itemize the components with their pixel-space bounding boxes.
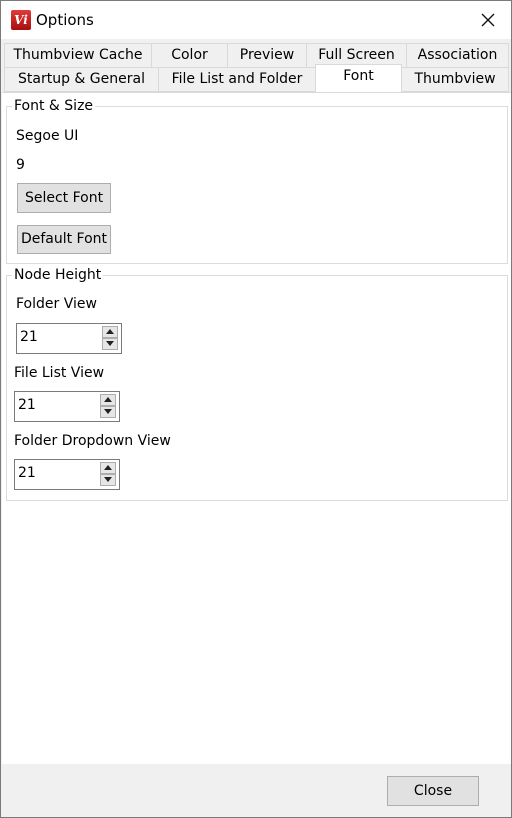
font-size-value: 9: [16, 157, 25, 173]
window-title: Options: [36, 11, 94, 29]
folder-view-increment-button[interactable]: [102, 326, 118, 338]
font-size-group: Font & Size Segoe UI 9 Select Font Defau…: [6, 98, 508, 264]
window-close-button[interactable]: [465, 1, 511, 39]
node-height-group-title: Node Height: [12, 267, 104, 283]
chevron-up-icon: [104, 465, 112, 470]
chevron-up-icon: [106, 329, 114, 334]
folder-view-value: 21: [20, 329, 38, 345]
options-window: Vi Options Thumbview Cache Color Preview…: [0, 0, 512, 818]
tab-thumbview-cache[interactable]: Thumbview Cache: [4, 43, 152, 68]
folder-dropdown-view-increment-button[interactable]: [100, 462, 116, 474]
close-button[interactable]: Close: [387, 776, 479, 806]
folder-view-decrement-button[interactable]: [102, 338, 118, 350]
app-icon: Vi: [11, 10, 31, 30]
node-height-group: Node Height Folder View 21 File List Vie…: [6, 267, 508, 501]
tab-thumbview[interactable]: Thumbview: [401, 67, 509, 92]
chevron-down-icon: [104, 477, 112, 482]
default-font-button[interactable]: Default Font: [17, 225, 111, 254]
title-bar: Vi Options: [1, 1, 511, 39]
folder-dropdown-view-spinner[interactable]: 21: [14, 459, 120, 490]
tab-association[interactable]: Association: [406, 43, 509, 68]
font-name-value: Segoe UI: [16, 128, 79, 144]
font-size-group-title: Font & Size: [12, 98, 96, 114]
file-list-view-decrement-button[interactable]: [100, 406, 116, 418]
folder-view-spinner[interactable]: 21: [16, 323, 122, 354]
tab-color[interactable]: Color: [151, 43, 228, 68]
tab-startup-general[interactable]: Startup & General: [4, 67, 159, 92]
chevron-up-icon: [104, 397, 112, 402]
close-icon: [481, 13, 495, 27]
font-tab-panel: Font & Size Segoe UI 9 Select Font Defau…: [2, 92, 511, 764]
file-list-view-label: File List View: [14, 365, 105, 381]
folder-dropdown-view-value: 21: [18, 465, 36, 481]
chevron-down-icon: [106, 341, 114, 346]
tab-preview[interactable]: Preview: [227, 43, 307, 68]
folder-view-label: Folder View: [16, 296, 97, 312]
folder-dropdown-view-label: Folder Dropdown View: [14, 433, 171, 449]
tab-font[interactable]: Font: [315, 64, 402, 92]
file-list-view-increment-button[interactable]: [100, 394, 116, 406]
tab-file-list-and-folder[interactable]: File List and Folder: [158, 67, 316, 92]
tab-strip: Thumbview Cache Color Preview Full Scree…: [1, 39, 511, 93]
folder-dropdown-view-decrement-button[interactable]: [100, 474, 116, 486]
file-list-view-spinner[interactable]: 21: [14, 391, 120, 422]
select-font-button[interactable]: Select Font: [17, 183, 111, 213]
chevron-down-icon: [104, 409, 112, 414]
file-list-view-value: 21: [18, 397, 36, 413]
